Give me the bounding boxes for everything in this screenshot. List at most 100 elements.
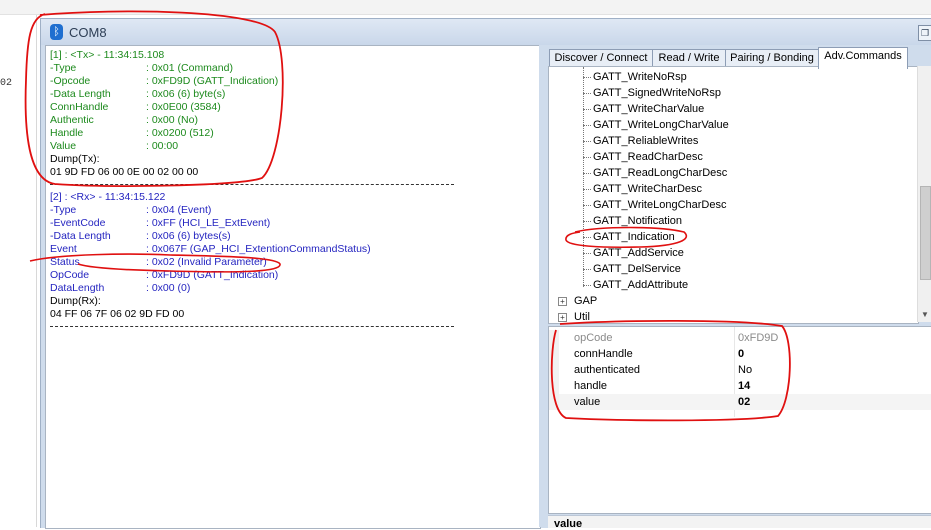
- tree-connector: [583, 93, 591, 94]
- tx-field-value: : 0x0200 (512): [146, 127, 214, 139]
- tree-connector: [583, 125, 591, 126]
- scroll-down-icon[interactable]: ▼: [921, 310, 929, 319]
- rx-field-value: : 0x06 (6) bytes(s): [146, 230, 231, 242]
- tx-field-name: Authentic: [50, 114, 94, 126]
- tx-field-name: -Opcode: [50, 75, 91, 87]
- top-bar: [0, 0, 931, 15]
- tx-header: [1] : <Tx> - 11:34:15.108: [50, 49, 165, 61]
- rx-field-name: -EventCode: [50, 217, 106, 229]
- rx-field-value: : 0x02 (Invalid Parameter): [146, 256, 267, 268]
- tree-connector: [583, 157, 591, 158]
- property-row-value[interactable]: value 02: [549, 394, 931, 410]
- property-name: opCode: [574, 332, 613, 344]
- tree-item-gatt-indication[interactable]: GATT_Indication: [593, 230, 675, 244]
- property-value[interactable]: 14: [738, 380, 750, 392]
- property-description: value: [548, 515, 931, 530]
- row-gutter: [549, 346, 559, 362]
- window-title: COM8: [69, 25, 107, 40]
- row-gutter: [549, 362, 559, 378]
- property-name: value: [574, 396, 601, 408]
- left-fragment-text: 02: [0, 78, 13, 89]
- property-name: connHandle: [574, 348, 633, 360]
- expand-icon[interactable]: +: [558, 313, 567, 322]
- rx-field-name: -Data Length: [50, 230, 111, 242]
- property-value[interactable]: No: [738, 364, 752, 376]
- tree-item-gatt-writenorsp[interactable]: GATT_WriteNoRsp: [593, 70, 687, 84]
- rx-field-name: -Type: [50, 204, 77, 216]
- window-restore-button[interactable]: ❐: [918, 25, 931, 41]
- tx-field-value: : 0x01 (Command): [146, 62, 233, 74]
- log-separator: [50, 326, 454, 327]
- property-value[interactable]: 0: [738, 348, 744, 360]
- rx-field-name: DataLength: [50, 282, 105, 294]
- property-name: authenticated: [574, 364, 641, 376]
- log-separator: [50, 184, 454, 185]
- tx-field-value: : 0x00 (No): [146, 114, 198, 126]
- rx-field-name: Status: [50, 256, 80, 268]
- tree-item-gatt-notification[interactable]: GATT_Notification: [593, 214, 682, 228]
- tree-connector: [583, 269, 591, 270]
- property-grid[interactable]: opCode 0xFD9D connHandle 0 authenticated No ha…: [548, 326, 931, 514]
- bluetooth-icon: ᛒ: [50, 24, 63, 40]
- command-tree[interactable]: GATT_WriteNoRsp GATT_SignedWriteNoRsp GATT…: [548, 66, 919, 324]
- message-log-panel[interactable]: [1] : <Tx> - 11:34:15.108 -Type : 0x01 (C…: [45, 45, 541, 529]
- row-gutter: [549, 394, 559, 410]
- tree-node-label: Util: [574, 311, 590, 323]
- row-gutter: [549, 330, 559, 346]
- tx-field-value: : 0x0E00 (3584): [146, 101, 221, 113]
- rx-dump-label: Dump(Rx):: [50, 295, 101, 307]
- property-name: handle: [574, 380, 608, 392]
- tx-dump: 01 9D FD 06 00 0E 00 02 00 00: [50, 166, 199, 178]
- left-background-strip: 02: [0, 15, 37, 527]
- description-title: value: [554, 518, 583, 530]
- property-row-handle[interactable]: handle 14: [549, 378, 931, 394]
- tree-scrollbar[interactable]: ▼: [917, 66, 931, 322]
- tree-item-gatt-signedwritenorsp[interactable]: GATT_SignedWriteNoRsp: [593, 86, 721, 100]
- tree-connector: [583, 221, 591, 222]
- tree-item-gatt-reliablewrites[interactable]: GATT_ReliableWrites: [593, 134, 698, 148]
- tree-node-label: GAP: [574, 295, 598, 307]
- tree-connector: [583, 189, 591, 190]
- tx-field-name: -Type: [50, 62, 77, 74]
- property-row-authenticated[interactable]: authenticated No: [549, 362, 931, 378]
- tree-item-gatt-addattribute[interactable]: GATT_AddAttribute: [593, 278, 688, 292]
- tree-connector: [583, 205, 591, 206]
- rx-dump: 04 FF 06 7F 06 02 9D FD 00: [50, 308, 185, 320]
- tree-guide-line: [583, 67, 584, 287]
- tree-item-gatt-writelongchardesc[interactable]: GATT_WriteLongCharDesc: [593, 198, 726, 212]
- tx-field-name: -Data Length: [50, 88, 111, 100]
- tx-field-value: : 0xFD9D (GATT_Indication): [146, 75, 279, 87]
- tree-connector: [583, 109, 591, 110]
- tx-field-value: : 0x06 (6) byte(s): [146, 88, 226, 100]
- property-row-connhandle[interactable]: connHandle 0: [549, 346, 931, 362]
- tree-connector: [583, 141, 591, 142]
- window-titlebar: ᛒ COM8 ❐: [41, 19, 931, 45]
- tree-item-gatt-writelongcharvalue[interactable]: GATT_WriteLongCharValue: [593, 118, 729, 132]
- tree-item-gatt-writechardesc[interactable]: GATT_WriteCharDesc: [593, 182, 702, 196]
- tab-adv-commands[interactable]: Adv.Commands: [818, 47, 908, 69]
- rx-header: [2] : <Rx> - 11:34:15.122: [50, 191, 166, 203]
- tree-item-gatt-delservice[interactable]: GATT_DelService: [593, 262, 681, 276]
- rx-field-name: Event: [50, 243, 77, 255]
- row-gutter: [549, 378, 559, 394]
- scrollbar-thumb[interactable]: [920, 186, 931, 280]
- tree-connector: [583, 253, 591, 254]
- tree-item-gatt-writecharvalue[interactable]: GATT_WriteCharValue: [593, 102, 704, 116]
- tree-item-gatt-readchardesc[interactable]: GATT_ReadCharDesc: [593, 150, 703, 164]
- property-row-opcode[interactable]: opCode 0xFD9D: [549, 330, 931, 346]
- tree-connector: [583, 77, 591, 78]
- rx-field-value: : 0xFD9D (GATT_Indication): [146, 269, 279, 281]
- property-value[interactable]: 02: [738, 396, 750, 408]
- expand-icon[interactable]: +: [558, 297, 567, 306]
- rx-field-name: OpCode: [50, 269, 90, 281]
- tx-dump-label: Dump(Tx):: [50, 153, 100, 165]
- rx-field-value: : 0x00 (0): [146, 282, 191, 294]
- rx-field-value: : 0xFF (HCI_LE_ExtEvent): [146, 217, 271, 229]
- tree-item-gatt-addservice[interactable]: GATT_AddService: [593, 246, 684, 260]
- tab-strip: Discover / Connect Read / Write Pairing …: [547, 47, 931, 69]
- tree-item-gatt-readlongchardesc[interactable]: GATT_ReadLongCharDesc: [593, 166, 727, 180]
- rx-field-value: : 0x04 (Event): [146, 204, 212, 216]
- tx-field-name: ConnHandle: [50, 101, 109, 113]
- tree-connector: [583, 285, 591, 286]
- property-value[interactable]: 0xFD9D: [738, 332, 778, 344]
